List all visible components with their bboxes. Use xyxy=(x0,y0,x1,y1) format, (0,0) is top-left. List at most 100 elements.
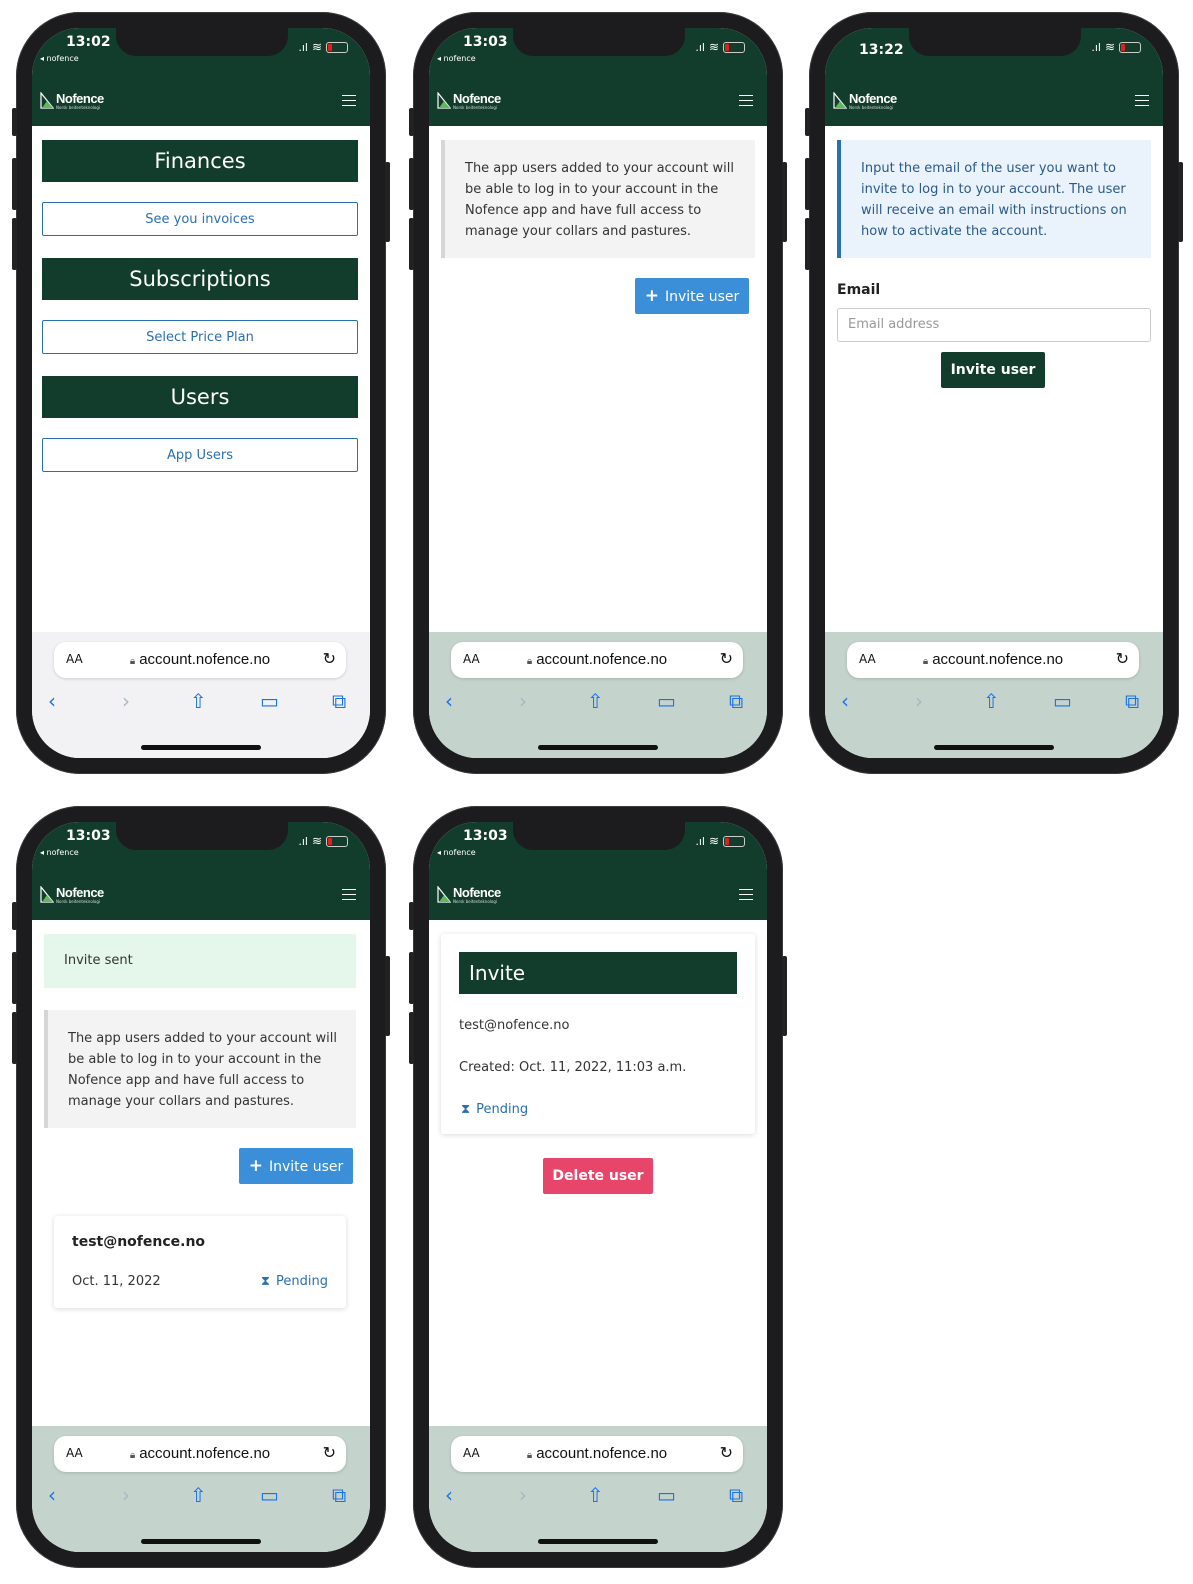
book-icon[interactable]: ▭ xyxy=(657,1480,676,1510)
invite-user-button[interactable]: + Invite user xyxy=(239,1148,353,1184)
app-header: Nofence Norsk beitenteknologi xyxy=(32,868,370,920)
email-input[interactable]: Email address xyxy=(837,308,1151,342)
invite-sent-alert: Invite sent xyxy=(44,934,356,988)
phone-4: 13:03 ◂ nofence .ıl ≋ Nofence Norsk beit… xyxy=(12,806,390,1568)
page-content: Invite test@nofence.no Created: Oct. 11,… xyxy=(429,920,767,1426)
home-indicator xyxy=(141,1539,261,1544)
tabs-icon[interactable]: ⧉ xyxy=(1125,686,1139,716)
browser-toolbar: ‹ › ⇧ ▭ ⧉ xyxy=(825,686,1163,716)
url-text: account.nofence.no xyxy=(139,651,271,668)
invite-user-submit-button[interactable]: Invite user xyxy=(941,352,1045,388)
clock: 13:02 xyxy=(66,34,111,50)
home-indicator xyxy=(538,1539,658,1544)
nofence-logo[interactable]: Nofence Norsk beitenteknologi xyxy=(833,92,897,110)
reload-icon[interactable]: ↻ xyxy=(720,1443,733,1462)
tabs-icon[interactable]: ⧉ xyxy=(729,686,743,716)
share-icon[interactable]: ⇧ xyxy=(983,686,1000,716)
browser-toolbar: ‹ › ⇧ ▭ ⧉ xyxy=(32,1480,370,1510)
section-header-finances: Finances xyxy=(42,140,358,182)
url-bar[interactable]: AA 🔒︎ account.nofence.no ↻ xyxy=(54,642,346,678)
chevron-left-icon[interactable]: ‹ xyxy=(48,686,56,716)
app-header: Nofence Norsk beitenteknologi xyxy=(429,868,767,920)
delete-user-button[interactable]: Delete user xyxy=(543,1158,653,1194)
invite-email: test@nofence.no xyxy=(459,1018,570,1033)
app-users-button[interactable]: App Users xyxy=(42,438,358,472)
menu-icon[interactable] xyxy=(342,95,356,106)
nofence-logo[interactable]: Nofence Norsk beitenteknologi xyxy=(437,92,501,110)
signal-icon: .ıl xyxy=(298,834,308,848)
url-bar[interactable]: AA 🔒︎ account.nofence.no ↻ xyxy=(451,642,743,678)
status-bar: 13:03 ◂ nofence .ıl ≋ xyxy=(429,822,767,868)
tabs-icon[interactable]: ⧉ xyxy=(332,686,346,716)
section-header-users: Users xyxy=(42,376,358,418)
tabs-icon[interactable]: ⧉ xyxy=(332,1480,346,1510)
signal-icon: .ıl xyxy=(695,40,705,54)
status-bar: 13:22 .ıl ≋ xyxy=(825,28,1163,74)
phone-1: 13:02 ◂ nofence .ıl ≋ Nofence Norsk beit… xyxy=(12,12,390,774)
share-icon[interactable]: ⇧ xyxy=(190,686,207,716)
back-to-app-link[interactable]: ◂ nofence xyxy=(40,848,79,857)
back-to-app-link[interactable]: ◂ nofence xyxy=(437,54,476,63)
nofence-logo[interactable]: Nofence Norsk beitenteknologi xyxy=(437,886,501,904)
phone-5: 13:03 ◂ nofence .ıl ≋ Nofence Norsk beit… xyxy=(409,806,787,1568)
url-bar[interactable]: AA 🔒︎ account.nofence.no ↻ xyxy=(451,1436,743,1472)
share-icon[interactable]: ⇧ xyxy=(190,1480,207,1510)
menu-icon[interactable] xyxy=(1135,95,1149,106)
nofence-logo[interactable]: Nofence Norsk beitenteknologi xyxy=(40,92,104,110)
chevron-right-icon[interactable]: › xyxy=(122,686,130,716)
chevron-right-icon[interactable]: › xyxy=(915,686,923,716)
chevron-right-icon[interactable]: › xyxy=(519,1480,527,1510)
screen: 13:02 ◂ nofence .ıl ≋ Nofence Norsk beit… xyxy=(32,28,370,758)
back-to-app-link[interactable]: ◂ nofence xyxy=(40,54,79,63)
logo-mark-icon xyxy=(833,92,847,109)
chevron-right-icon[interactable]: › xyxy=(519,686,527,716)
battery-icon xyxy=(723,41,745,53)
see-invoices-button[interactable]: See you invoices xyxy=(42,202,358,236)
lock-icon: 🔒︎ xyxy=(129,1450,136,1461)
share-icon[interactable]: ⇧ xyxy=(587,686,604,716)
page-content: Invite sent The app users added to your … xyxy=(32,920,370,1426)
reload-icon[interactable]: ↻ xyxy=(323,649,336,668)
reload-icon[interactable]: ↻ xyxy=(1116,649,1129,668)
clock: 13:03 xyxy=(463,34,508,50)
phone-3: 13:22 .ıl ≋ Nofence Norsk beitenteknolog… xyxy=(805,12,1183,774)
lock-icon: 🔒︎ xyxy=(922,656,929,667)
page-content: The app users added to your account will… xyxy=(429,126,767,632)
menu-icon[interactable] xyxy=(739,889,753,900)
signal-icon: .ıl xyxy=(298,40,308,54)
chevron-left-icon[interactable]: ‹ xyxy=(445,1480,453,1510)
chevron-right-icon[interactable]: › xyxy=(122,1480,130,1510)
invite-card: Invite test@nofence.no Created: Oct. 11,… xyxy=(441,934,755,1134)
tabs-icon[interactable]: ⧉ xyxy=(729,1480,743,1510)
book-icon[interactable]: ▭ xyxy=(260,686,279,716)
plus-icon: + xyxy=(644,286,659,306)
reload-icon[interactable]: ↻ xyxy=(720,649,733,668)
url-text: account.nofence.no xyxy=(536,1445,668,1462)
invite-title: Invite xyxy=(459,952,737,994)
battery-icon xyxy=(1119,41,1141,53)
url-bar[interactable]: AA 🔒︎ account.nofence.no ↻ xyxy=(847,642,1139,678)
clock: 13:03 xyxy=(463,828,508,844)
select-price-plan-button[interactable]: Select Price Plan xyxy=(42,320,358,354)
user-card[interactable]: test@nofence.no Oct. 11, 2022 ⧗ Pending xyxy=(54,1216,346,1308)
book-icon[interactable]: ▭ xyxy=(1053,686,1072,716)
app-users-note: The app users added to your account will… xyxy=(441,140,755,258)
chevron-left-icon[interactable]: ‹ xyxy=(445,686,453,716)
back-to-app-link[interactable]: ◂ nofence xyxy=(437,848,476,857)
share-icon[interactable]: ⇧ xyxy=(587,1480,604,1510)
app-header: Nofence Norsk beitenteknologi xyxy=(825,74,1163,126)
chevron-left-icon[interactable]: ‹ xyxy=(48,1480,56,1510)
book-icon[interactable]: ▭ xyxy=(260,1480,279,1510)
status-icons: .ıl ≋ xyxy=(695,40,745,54)
lock-icon: 🔒︎ xyxy=(129,656,136,667)
chevron-left-icon[interactable]: ‹ xyxy=(841,686,849,716)
battery-icon xyxy=(326,41,348,53)
reload-icon[interactable]: ↻ xyxy=(323,1443,336,1462)
book-icon[interactable]: ▭ xyxy=(657,686,676,716)
menu-icon[interactable] xyxy=(739,95,753,106)
lock-icon: 🔒︎ xyxy=(526,1450,533,1461)
menu-icon[interactable] xyxy=(342,889,356,900)
invite-user-button[interactable]: + Invite user xyxy=(635,278,749,314)
url-bar[interactable]: AA 🔒︎ account.nofence.no ↻ xyxy=(54,1436,346,1472)
nofence-logo[interactable]: Nofence Norsk beitenteknologi xyxy=(40,886,104,904)
